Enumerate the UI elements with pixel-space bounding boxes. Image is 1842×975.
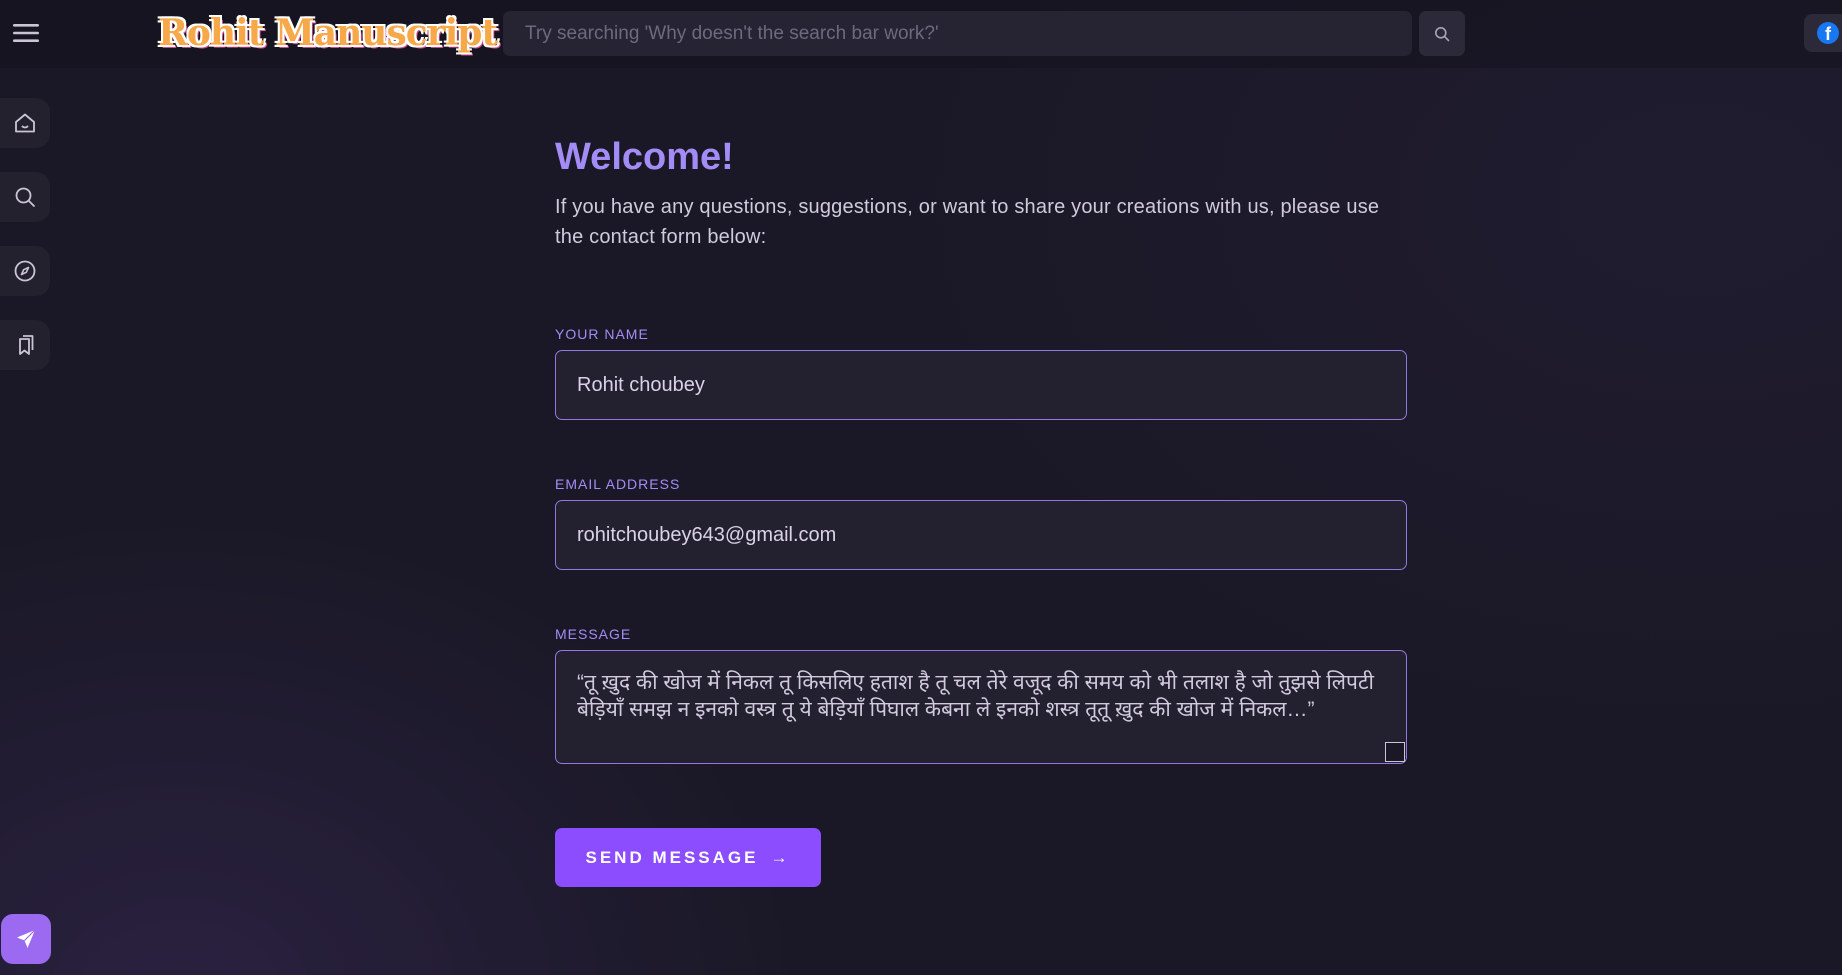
search-input[interactable]	[503, 11, 1412, 56]
page-title: Welcome!	[555, 136, 734, 178]
sidebar-item-home[interactable]	[0, 98, 50, 148]
message-field[interactable]: “तू ख़ुद की खोज में निकल तू किसलिए हताश …	[555, 650, 1407, 764]
bookmarks-icon	[19, 335, 34, 355]
sidebar-item-explore[interactable]	[0, 246, 50, 296]
contact-section: Welcome! If you have any questions, sugg…	[555, 130, 1407, 887]
intro-text: If you have any questions, suggestions, …	[555, 196, 1380, 248]
search-icon	[1435, 26, 1450, 41]
name-field[interactable]	[555, 350, 1407, 420]
textarea-resize-handle[interactable]	[1385, 742, 1405, 762]
send-message-label: SEND MESSAGE	[585, 847, 759, 867]
top-bar: Rohit Manuscript f	[0, 0, 1842, 68]
search-button[interactable]	[1419, 11, 1465, 56]
sidebar-item-bookmarks[interactable]	[0, 320, 50, 370]
facebook-icon: f	[1817, 22, 1839, 44]
compass-icon	[14, 260, 36, 282]
site-logo[interactable]: Rohit Manuscript	[158, 12, 498, 54]
name-label: YOUR NAME	[555, 326, 649, 342]
message-label: MESSAGE	[555, 626, 632, 642]
home-icon	[15, 113, 35, 133]
sidebar-item-search[interactable]	[0, 172, 50, 222]
send-icon	[17, 929, 36, 948]
arrow-right-icon: →	[770, 847, 791, 867]
email-label: EMAIL ADDRESS	[555, 476, 681, 492]
send-fab-button[interactable]	[1, 914, 51, 964]
hamburger-menu-icon[interactable]	[10, 18, 42, 48]
search-icon	[15, 187, 35, 207]
facebook-button[interactable]: f	[1804, 14, 1842, 52]
email-field[interactable]	[555, 500, 1407, 570]
send-message-button[interactable]: SEND MESSAGE →	[555, 828, 821, 887]
